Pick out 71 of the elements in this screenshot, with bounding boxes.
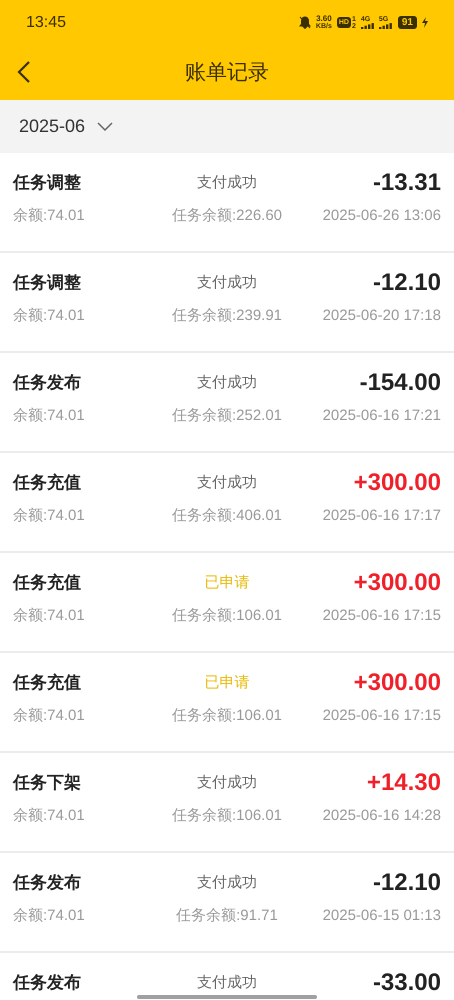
record-time: 2025-06-26 13:06 (322, 206, 441, 226)
back-icon[interactable] (17, 60, 31, 84)
record-time: 2025-06-16 17:17 (322, 506, 441, 526)
signal-icon (360, 23, 375, 29)
record-title: 任务充值 (13, 672, 82, 694)
record-balance: 余额:74.01 (13, 306, 86, 326)
bill-record[interactable]: 任务调整 支付成功 -13.31 余额:74.01 任务余额:226.60 2025-06-26 13:06 (0, 153, 454, 253)
record-title: 任务发布 (13, 872, 82, 894)
mute-bell-icon (298, 16, 311, 29)
record-time: 2025-06-16 17:15 (322, 606, 441, 626)
record-time: 2025-06-16 17:21 (322, 406, 441, 426)
record-status: 支付成功 (196, 873, 258, 893)
bill-record[interactable]: 任务发布 支付成功 -154.00 余额:74.01 任务余额:252.01 2025-06-16 17:21 (0, 353, 454, 453)
charging-icon (422, 17, 428, 28)
bill-record[interactable]: 任务调整 支付成功 -12.10 余额:74.01 任务余额:239.91 2025-06-20 17:18 (0, 253, 454, 353)
record-title: 任务调整 (13, 172, 82, 194)
record-time: 2025-06-20 17:18 (322, 306, 441, 326)
bill-record[interactable]: 任务下架 支付成功 +14.30 余额:74.01 任务余额:106.01 2025-06-16 14:28 (0, 753, 454, 853)
network-speed: 3.60 (316, 14, 332, 22)
record-status: 支付成功 (196, 973, 258, 993)
record-amount: +14.30 (366, 771, 441, 795)
record-amount: -12.10 (372, 871, 441, 895)
task-balance: 任务余额:239.91 (170, 306, 284, 326)
record-balance: 余额:74.01 (13, 906, 86, 926)
record-time: 2025-06-16 14:28 (322, 806, 441, 826)
record-title: 任务发布 (13, 372, 82, 394)
task-balance: 任务余额:406.01 (170, 506, 284, 526)
bill-record[interactable]: 任务充值 已申请 +300.00 余额:74.01 任务余额:106.01 2025-06-16 17:15 (0, 553, 454, 653)
record-time: 2025-06-15 01:13 (322, 906, 441, 926)
record-amount: +300.00 (352, 471, 441, 495)
month-selector[interactable]: 2025-06 (19, 113, 114, 140)
record-status: 已申请 (203, 673, 250, 693)
record-status: 支付成功 (196, 473, 258, 493)
signal-icon (378, 23, 393, 29)
record-title: 任务充值 (13, 472, 82, 494)
record-status: 支付成功 (196, 373, 258, 393)
bill-record[interactable]: 任务发布 支付成功 -33.00 (0, 953, 454, 1000)
record-amount: +300.00 (352, 571, 441, 595)
bill-record[interactable]: 任务充值 已申请 +300.00 余额:74.01 任务余额:106.01 2025-06-16 17:15 (0, 653, 454, 753)
battery-indicator: 91 (398, 16, 417, 29)
page-title: 账单记录 (185, 60, 269, 86)
record-title: 任务充值 (13, 572, 82, 594)
task-balance: 任务余额:106.01 (170, 806, 284, 826)
record-status: 支付成功 (196, 173, 258, 193)
record-balance: 余额:74.01 (13, 706, 86, 726)
record-status: 支付成功 (196, 773, 258, 793)
record-balance: 余额:74.01 (13, 806, 86, 826)
task-balance: 任务余额:226.60 (170, 206, 284, 226)
record-balance: 余额:74.01 (13, 606, 86, 626)
record-status: 支付成功 (196, 273, 258, 293)
record-amount: -154.00 (358, 371, 441, 395)
record-title: 任务发布 (13, 972, 82, 994)
task-balance: 任务余额:91.71 (175, 906, 279, 926)
bill-record[interactable]: 任务充值 支付成功 +300.00 余额:74.01 任务余额:406.01 2025-06-16 17:17 (0, 453, 454, 553)
record-title: 任务下架 (13, 772, 82, 794)
task-balance: 任务余额:106.01 (170, 706, 284, 726)
chevron-down-icon (97, 122, 114, 131)
record-balance: 余额:74.01 (13, 206, 86, 226)
record-amount: -13.31 (372, 171, 441, 195)
bill-record[interactable]: 任务发布 支付成功 -12.10 余额:74.01 任务余额:91.71 2025-06-15 01:13 (0, 853, 454, 953)
record-balance: 余额:74.01 (13, 406, 86, 426)
record-amount: +300.00 (352, 671, 441, 695)
task-balance: 任务余额:106.01 (170, 606, 284, 626)
record-amount: -12.10 (372, 271, 441, 295)
record-amount: -33.00 (372, 971, 441, 995)
status-time: 13:45 (26, 12, 66, 32)
record-time: 2025-06-16 17:15 (322, 706, 441, 726)
record-balance: 余额:74.01 (13, 506, 86, 526)
task-balance: 任务余额:252.01 (170, 406, 284, 426)
record-status: 已申请 (203, 573, 250, 593)
record-title: 任务调整 (13, 272, 82, 294)
